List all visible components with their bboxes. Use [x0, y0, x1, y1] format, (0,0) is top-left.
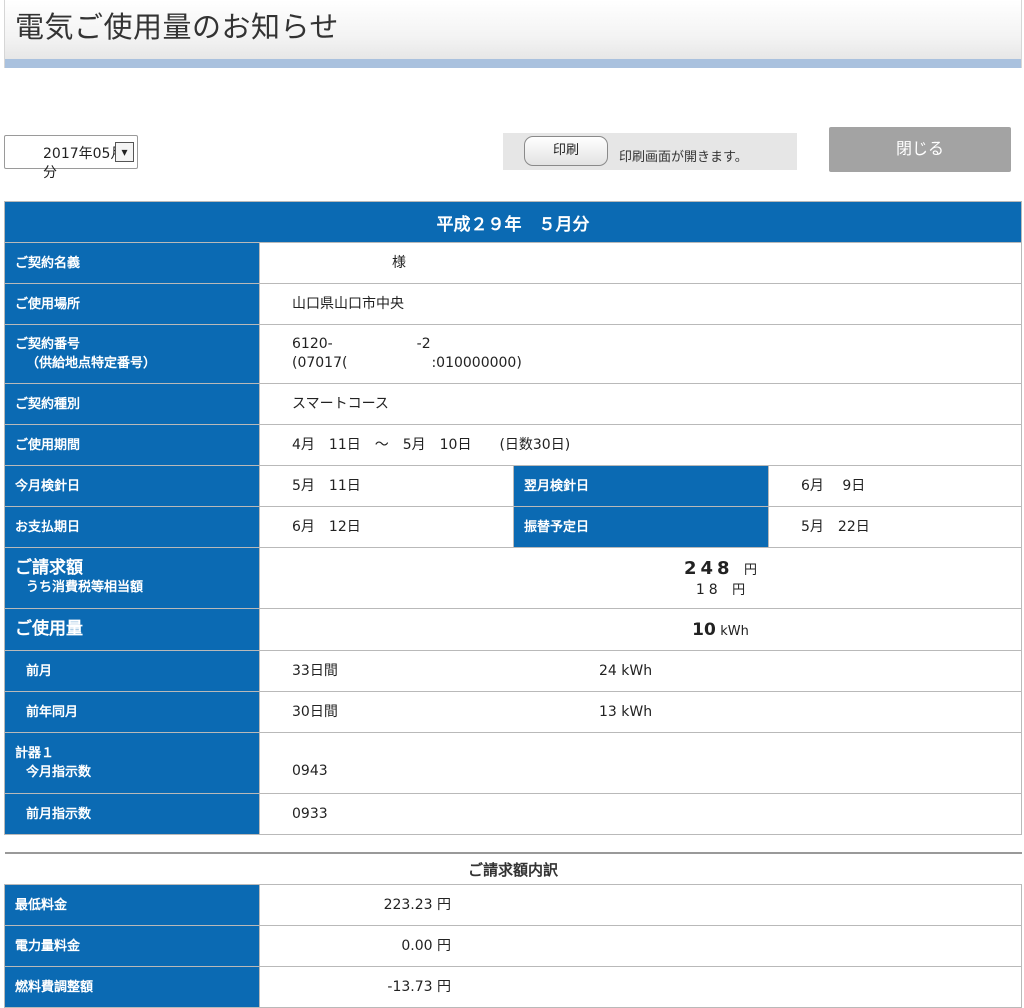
usage-location-label: ご使用場所 [4, 283, 260, 325]
billing-amount-label: ご請求額 うち消費税等相当額 [4, 547, 260, 609]
billing-amount: 248 [683, 558, 734, 579]
page-header: 電気ご使用量のお知らせ [4, 0, 1022, 68]
supply-point-label: （供給地点特定番号） [26, 356, 157, 371]
breakdown-caption: ご請求額内訳 [4, 852, 1022, 885]
prev-month-kwh: 24 kWh [599, 662, 653, 679]
billing-breakdown-table: ご請求額内訳 最低料金 223.23 円 電力量料金 0.00 円 燃料費調整額… [4, 852, 1023, 1008]
contract-name-value: 様 [259, 242, 1022, 284]
prev-year-value: 30日間 13 kWh [259, 691, 1022, 733]
current-reading-label: 今月指示数 [26, 765, 92, 780]
breakdown-value-2: -13.73 円 [258, 966, 1023, 1008]
breakdown-label-0: 最低料金 [4, 884, 260, 926]
usage-amount-label: ご使用量 [4, 608, 260, 651]
contract-number-label: ご契約番号 （供給地点特定番号） [4, 324, 260, 384]
meter-reading-date-label: 今月検針日 [4, 465, 260, 507]
usage-period-value: 4月 11日 ～ 5月 10日 (日数30日) [259, 424, 1022, 466]
prev-reading-label: 前月指示数 [4, 793, 260, 835]
breakdown-value-1: 0.00 円 [258, 925, 1023, 967]
contract-name-label: ご契約名義 [4, 242, 260, 284]
usage-statement-table: 平成２９年 ５月分 ご契約名義 様 ご使用場所 山口県山口市中央 ご契約番号 （… [4, 201, 1022, 835]
breakdown-label-2: 燃料費調整額 [4, 966, 260, 1008]
contract-type-label: ご契約種別 [4, 383, 260, 425]
usage-amount-label-text: ご使用量 [15, 619, 83, 639]
meter1-label-main: 計器１ [15, 746, 55, 761]
header-accent-bar [5, 59, 1021, 68]
breakdown-amount-2: -13.73 円 [387, 978, 451, 995]
prev-month-label: 前月 [4, 650, 260, 692]
tax-amount-unit: 円 [732, 583, 746, 598]
tax-amount: 18 [695, 582, 722, 598]
statement-caption: 平成２９年 ５月分 [4, 201, 1022, 243]
payment-due-value: 6月 12日 [259, 506, 514, 548]
tax-amount-label: うち消費税等相当額 [26, 580, 144, 595]
current-reading-value: 0943 [259, 732, 1022, 794]
meter-reading-date-value: 5月 11日 [259, 465, 514, 507]
breakdown-label-1: 電力量料金 [4, 925, 260, 967]
usage-amount-value: 10 kWh [259, 608, 1022, 651]
close-button[interactable]: 閉じる [829, 127, 1011, 172]
breakdown-value-0: 223.23 円 [258, 884, 1023, 926]
usage-kwh-unit: kWh [720, 623, 749, 639]
billing-month-select[interactable]: 2017年05月分 ▾ [4, 135, 138, 181]
prev-reading-value: 0933 [259, 793, 1022, 835]
page-title: 電気ご使用量のお知らせ [15, 10, 339, 44]
billing-amount-label-main: ご請求額 [15, 558, 83, 578]
contract-type-value: スマートコース [259, 383, 1022, 425]
contract-number-label-main: ご契約番号 [15, 337, 81, 352]
billing-amount-unit: 円 [744, 563, 758, 578]
transfer-date-value: 5月 22日 [768, 506, 1022, 548]
transfer-date-label: 振替予定日 [513, 506, 769, 548]
chevron-down-icon[interactable]: ▾ [115, 142, 134, 162]
payment-due-label: お支払期日 [4, 506, 260, 548]
print-panel: 印刷 印刷画面が開きます。 [503, 133, 797, 170]
next-reading-date-label: 翌月検針日 [513, 465, 769, 507]
breakdown-amount-0: 223.23 円 [383, 896, 451, 913]
usage-period-label: ご使用期間 [4, 424, 260, 466]
usage-location-value: 山口県山口市中央 [259, 283, 1022, 325]
billing-amount-value: 248 円 18 円 [259, 547, 1022, 609]
contract-number-line1: 6120- -2 [292, 336, 431, 352]
next-reading-date-value: 6月 9日 [768, 465, 1022, 507]
prev-month-days: 33日間 [292, 662, 338, 679]
breakdown-amount-1: 0.00 円 [401, 937, 451, 954]
print-hint: 印刷画面が開きます。 [619, 150, 748, 165]
prev-month-value: 33日間 24 kWh [259, 650, 1022, 692]
prev-year-label: 前年同月 [4, 691, 260, 733]
prev-year-days: 30日間 [292, 703, 338, 720]
prev-year-kwh: 13 kWh [599, 703, 653, 720]
meter1-label: 計器１ 今月指示数 [4, 732, 260, 794]
usage-kwh: 10 [692, 619, 716, 640]
print-button[interactable]: 印刷 [524, 136, 608, 166]
contract-number-value: 6120- -2 (07017( :010000000) [259, 324, 1022, 384]
contract-number-line2: (07017( :010000000) [292, 355, 522, 371]
